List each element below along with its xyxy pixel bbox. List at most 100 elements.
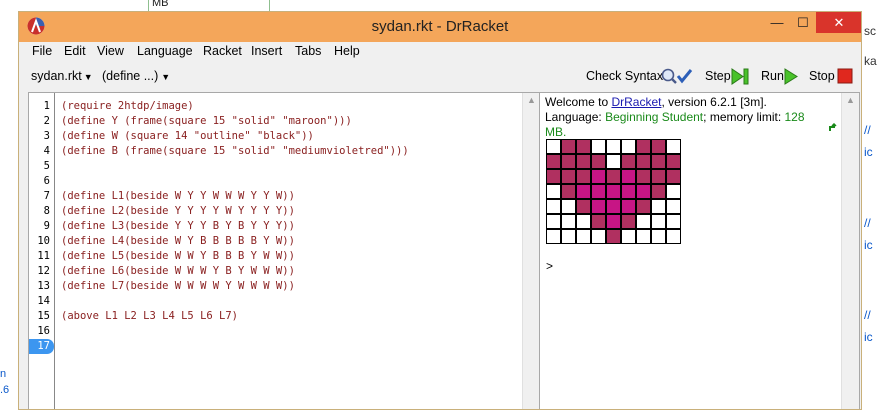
line-number: 6 <box>43 175 50 187</box>
pixel-cell <box>561 229 576 244</box>
check-syntax-icon <box>661 68 693 84</box>
interactions-scrollbar[interactable]: ▲ <box>841 93 859 409</box>
background-link[interactable]: // <box>864 216 871 230</box>
run-button[interactable]: Run <box>761 69 784 83</box>
line-number: 13 <box>37 280 50 292</box>
pixel-cell <box>636 139 651 154</box>
pixel-cell <box>546 214 561 229</box>
line-number: 11 <box>37 250 50 262</box>
menu-racket[interactable]: Racket <box>203 44 242 58</box>
pixel-cell <box>561 139 576 154</box>
pixel-cell <box>546 199 561 214</box>
code-line[interactable]: (define W (square 14 "outline" "black")) <box>61 129 314 144</box>
code-line[interactable]: (define L3(beside Y Y Y B Y B Y Y Y)) <box>61 219 295 234</box>
define-dropdown-label: (define ...) <box>102 69 159 83</box>
scroll-up-arrow-icon[interactable]: ▲ <box>846 95 855 105</box>
pixel-cell <box>576 199 591 214</box>
window-title: sydan.rkt - DrRacket <box>371 18 509 35</box>
background-link[interactable]: ic <box>864 145 873 159</box>
code-line[interactable]: (define L5(beside W W Y B B B Y W W)) <box>61 249 295 264</box>
editor-scrollbar[interactable]: ▲ <box>522 93 540 409</box>
background-window-bottom-left: n .6 <box>0 366 9 398</box>
maximize-button[interactable]: ☐ <box>791 12 815 33</box>
stop-label: Stop <box>809 69 835 83</box>
background-text: ka <box>864 54 877 68</box>
pixel-cell <box>666 169 681 184</box>
background-link[interactable]: // <box>864 123 871 137</box>
pixel-cell <box>651 199 666 214</box>
interactions-pane[interactable]: Welcome to DrRacket, version 6.2.1 [3m].… <box>539 92 860 409</box>
background-link[interactable]: // <box>864 308 871 322</box>
step-icon <box>731 68 749 85</box>
welcome-suffix: , version 6.2.1 [3m]. <box>661 95 767 109</box>
background-link[interactable]: ic <box>864 238 873 252</box>
background-text: n <box>0 368 7 380</box>
line-number: 7 <box>43 190 50 202</box>
pixel-cell <box>666 154 681 169</box>
pixel-cell <box>606 169 621 184</box>
pixel-cell <box>666 214 681 229</box>
minimize-button[interactable]: — <box>767 12 787 33</box>
chevron-down-icon: ▼ <box>83 72 93 82</box>
memory-limit-value: 128 <box>784 110 805 124</box>
pixel-cell <box>546 139 561 154</box>
title-bar[interactable]: sydan.rkt - DrRacket — ☐ ✕ <box>19 12 861 42</box>
pixel-cell <box>621 154 636 169</box>
menu-file[interactable]: File <box>32 44 52 58</box>
background-link[interactable]: ic <box>864 330 873 344</box>
menu-help[interactable]: Help <box>334 44 360 58</box>
code-line[interactable]: (define L7(beside W W W W Y W W W W)) <box>61 279 295 294</box>
memory-limit-unit: MB. <box>545 125 567 139</box>
code-line[interactable]: (define L1(beside W Y Y W W W Y Y W)) <box>61 189 295 204</box>
code-line[interactable]: (above L1 L2 L3 L4 L5 L6 L7) <box>61 309 238 324</box>
pixel-cell <box>606 184 621 199</box>
code-line[interactable]: (define B (frame(square 15 "solid" "medi… <box>61 144 409 159</box>
step-button[interactable]: Step <box>705 69 731 83</box>
pixel-cell <box>651 229 666 244</box>
run-label: Run <box>761 69 784 83</box>
pixel-cell <box>591 199 606 214</box>
code-line[interactable]: (define L4(beside W Y B B B B B Y W)) <box>61 234 295 249</box>
pixel-cell <box>561 169 576 184</box>
pixel-cell <box>666 229 681 244</box>
drracket-link[interactable]: DrRacket <box>611 95 661 109</box>
file-dropdown-label: sydan.rkt <box>31 69 82 83</box>
pixel-cell <box>636 214 651 229</box>
background-text: MB <box>152 0 169 9</box>
code-line[interactable]: (define L2(beside Y Y Y Y W Y Y Y Y)) <box>61 204 295 219</box>
pixel-cell <box>591 214 606 229</box>
code-line[interactable]: (require 2htdp/image) <box>61 99 194 114</box>
menu-edit[interactable]: Edit <box>64 44 86 58</box>
menu-tabs[interactable]: Tabs <box>295 44 321 58</box>
line-number: 17 <box>29 339 54 354</box>
pixel-cell <box>576 229 591 244</box>
welcome-prefix: Welcome to <box>545 95 612 109</box>
code-line[interactable]: (define Y (frame(square 15 "solid" "maro… <box>61 114 352 129</box>
code-line[interactable]: (define L6(beside W W W Y B Y W W W)) <box>61 264 295 279</box>
line-number: 3 <box>43 130 50 142</box>
file-dropdown[interactable]: sydan.rkt ▼ <box>31 69 93 83</box>
menu-insert[interactable]: Insert <box>251 44 282 58</box>
definitions-editor[interactable]: 1 2 3 4 5 6 7 8 9 10 11 12 13 14 15 16 17 (require 2htdp… <box>28 92 541 409</box>
pixel-cell <box>606 199 621 214</box>
interactions-text: Welcome to DrRacket, version 6.2.1 [3m].… <box>545 95 815 140</box>
pixel-cell <box>591 184 606 199</box>
close-button[interactable]: ✕ <box>816 12 861 33</box>
pixel-cell <box>666 199 681 214</box>
line-number: 16 <box>37 325 50 337</box>
menu-language[interactable]: Language <box>137 44 193 58</box>
repl-prompt[interactable]: > <box>546 259 553 273</box>
pixel-cell <box>576 139 591 154</box>
pixel-cell <box>621 199 636 214</box>
background-window-left <box>0 0 18 410</box>
pixel-cell <box>606 214 621 229</box>
check-syntax-button[interactable]: Check Syntax <box>586 69 663 83</box>
define-dropdown[interactable]: (define ...) ▼ <box>102 69 170 83</box>
scroll-up-arrow-icon[interactable]: ▲ <box>527 95 536 105</box>
menu-view[interactable]: View <box>97 44 124 58</box>
pixel-cell <box>651 139 666 154</box>
stop-button[interactable]: Stop <box>809 69 835 83</box>
line-number: 8 <box>43 205 50 217</box>
language-mid: ; memory limit: <box>703 110 785 124</box>
language-prefix: Language: <box>545 110 606 124</box>
